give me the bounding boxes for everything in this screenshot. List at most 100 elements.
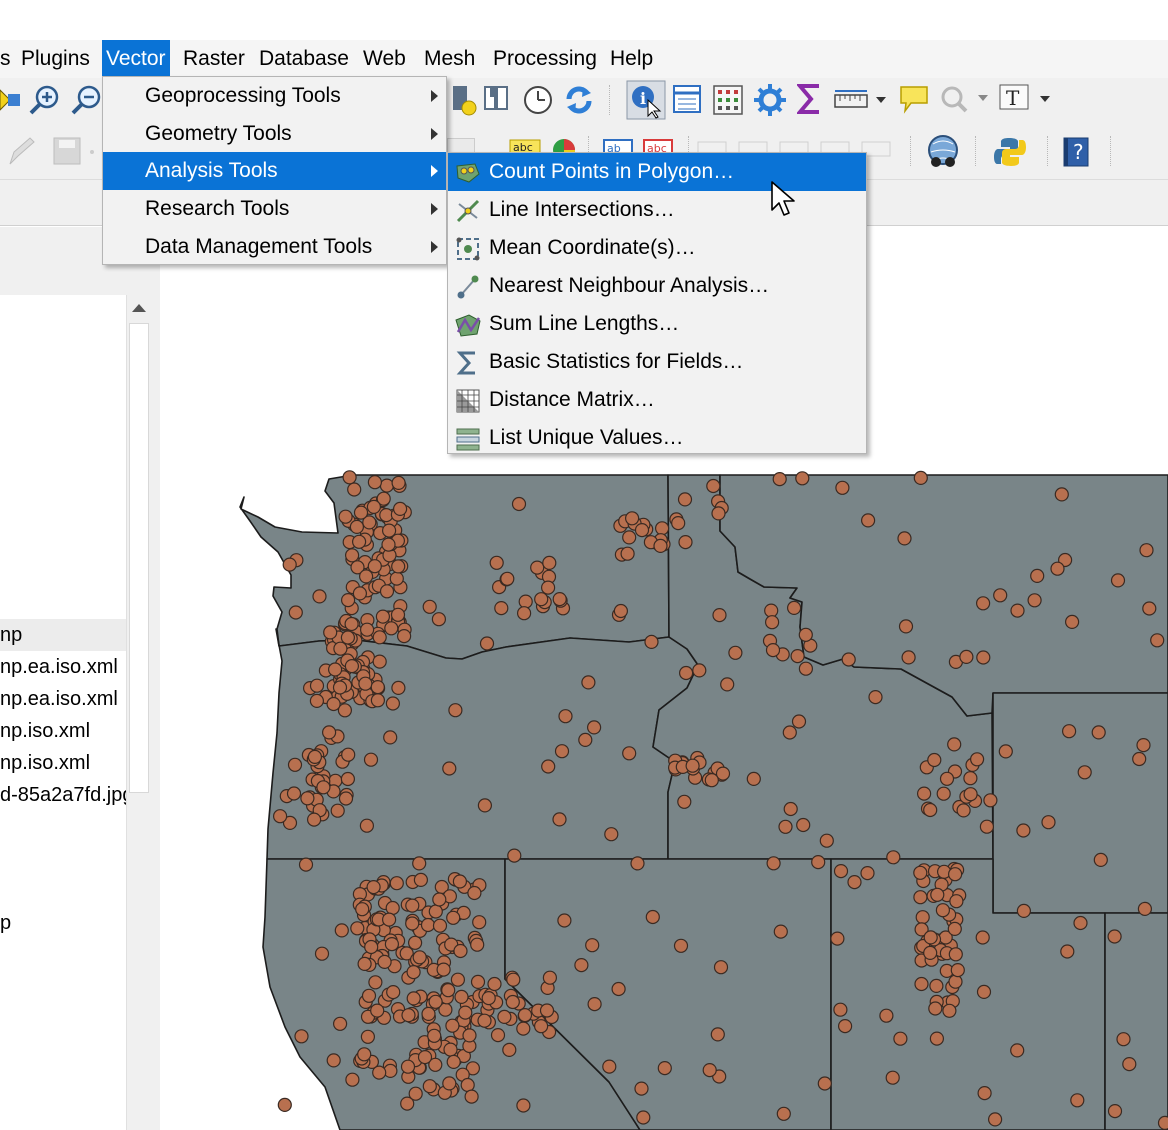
select-location-icon[interactable] [938, 83, 994, 117]
menu-raster[interactable]: Raster [183, 40, 245, 78]
count-points-icon [456, 163, 480, 183]
place-point [467, 885, 482, 901]
menu-item-label: Geometry Tools [145, 122, 292, 145]
menu-settings-partial[interactable]: s [0, 40, 11, 78]
menu-research-tools[interactable]: Research Tools [103, 190, 446, 228]
menu-help[interactable]: Help [610, 40, 653, 78]
scroll-thumb[interactable] [129, 323, 149, 793]
place-point [506, 972, 521, 987]
scrollbar[interactable] [126, 295, 150, 1130]
place-point [969, 752, 985, 767]
place-point [1070, 1093, 1085, 1108]
zoom-in-icon[interactable] [28, 83, 62, 117]
place-point [975, 596, 991, 611]
list-item[interactable]: np.ea.iso.xml [0, 683, 126, 715]
place-point [421, 1006, 436, 1022]
statistical-summary-icon[interactable] [797, 83, 823, 115]
attribute-table-icon[interactable] [672, 84, 702, 116]
pan-to-selection-icon[interactable] [0, 84, 22, 116]
menu-data-management-tools[interactable]: Data Management Tools [103, 228, 446, 266]
place-point [360, 622, 375, 637]
help-icon[interactable]: ? [1062, 136, 1092, 168]
place-point [1027, 593, 1042, 608]
place-point [363, 752, 379, 767]
place-point [928, 1001, 943, 1016]
place-point [381, 537, 396, 552]
place-point [634, 523, 650, 538]
list-item[interactable]: np.iso.xml [0, 747, 126, 779]
submenu-arrow-icon [431, 241, 438, 253]
place-point [375, 609, 390, 624]
list-item[interactable]: np [0, 619, 126, 651]
measure-icon[interactable] [834, 88, 890, 112]
new-bookmark-icon[interactable] [449, 84, 479, 118]
place-point [448, 703, 463, 718]
scroll-up-arrow-icon[interactable] [127, 295, 151, 321]
menu-vector[interactable]: Vector [102, 40, 170, 78]
menu-plugins[interactable]: Plugins [21, 40, 90, 78]
menu-geoprocessing-tools[interactable]: Geoprocessing Tools [103, 77, 446, 115]
menu-analysis-tools[interactable]: Analysis Tools [103, 152, 446, 190]
processing-toolbox-icon[interactable] [753, 83, 787, 117]
place-point [539, 1003, 555, 1018]
menu-item-label: Sum Line Lengths… [489, 312, 680, 335]
place-point [386, 984, 401, 1000]
place-point [442, 761, 457, 776]
metasearch-icon[interactable] [925, 134, 961, 170]
refresh-icon[interactable] [563, 83, 595, 117]
menu-database[interactable]: Database [259, 40, 349, 78]
zoom-out-icon[interactable] [70, 83, 102, 117]
list-item[interactable]: np.iso.xml [0, 715, 126, 747]
digitize-pencil-icon[interactable] [0, 136, 40, 168]
place-point [454, 989, 469, 1005]
menu-mean-coordinates[interactable]: Mean Coordinate(s)… [448, 229, 866, 267]
colorado-polygon [1104, 912, 1168, 1130]
menu-count-points-in-polygon[interactable]: Count Points in Polygon… [448, 153, 866, 191]
menu-item-label: Geoprocessing Tools [145, 84, 341, 107]
place-point [408, 935, 423, 950]
menu-sum-line-lengths[interactable]: Sum Line Lengths… [448, 305, 866, 343]
list-unique-values-icon [456, 428, 480, 451]
menu-processing[interactable]: Processing [493, 40, 597, 78]
place-point [706, 478, 721, 494]
place-point [323, 625, 338, 640]
place-point [432, 892, 447, 907]
place-point [405, 898, 420, 913]
place-point [786, 600, 802, 615]
place-point [406, 991, 421, 1006]
menu-item-label: Line Intersections… [489, 198, 675, 221]
map-tips-icon[interactable] [897, 83, 931, 117]
place-point [677, 492, 693, 507]
menu-web[interactable]: Web [363, 40, 406, 78]
place-point [923, 802, 938, 818]
place-point [412, 856, 427, 871]
place-point [927, 752, 942, 768]
text-annotation-icon[interactable]: T [998, 83, 1056, 117]
identify-features-icon[interactable]: i [626, 80, 666, 120]
menu-list-unique-values[interactable]: List Unique Values… [448, 419, 866, 457]
list-item[interactable]: d-85a2a7fd.jpg [0, 779, 126, 811]
place-point [1150, 633, 1165, 648]
list-item[interactable]: np.ea.iso.xml [0, 651, 126, 683]
list-item[interactable]: p [0, 907, 126, 939]
menu-distance-matrix[interactable]: Distance Matrix… [448, 381, 866, 419]
place-point [347, 482, 362, 497]
svg-text:i: i [640, 89, 646, 108]
place-point [956, 803, 971, 818]
panel-divider [150, 295, 160, 1130]
place-point [949, 894, 964, 909]
menu-line-intersections[interactable]: Line Intersections… [448, 191, 866, 229]
menu-geometry-tools[interactable]: Geometry Tools [103, 115, 446, 153]
field-calculator-icon[interactable] [712, 84, 744, 116]
menu-nearest-neighbour-analysis[interactable]: Nearest Neighbour Analysis… [448, 267, 866, 305]
place-point [309, 693, 324, 708]
distance-matrix-icon [456, 389, 480, 413]
save-edits-icon[interactable] [52, 136, 98, 168]
place-point [326, 696, 341, 712]
menu-mesh[interactable]: Mesh [424, 40, 475, 78]
temporal-controller-icon[interactable] [522, 83, 554, 117]
show-bookmarks-icon[interactable] [482, 84, 512, 114]
menu-basic-statistics-for-fields[interactable]: Basic Statistics for Fields… [448, 343, 866, 381]
menu-item-label: Research Tools [145, 197, 290, 220]
python-console-icon[interactable] [994, 136, 1026, 168]
